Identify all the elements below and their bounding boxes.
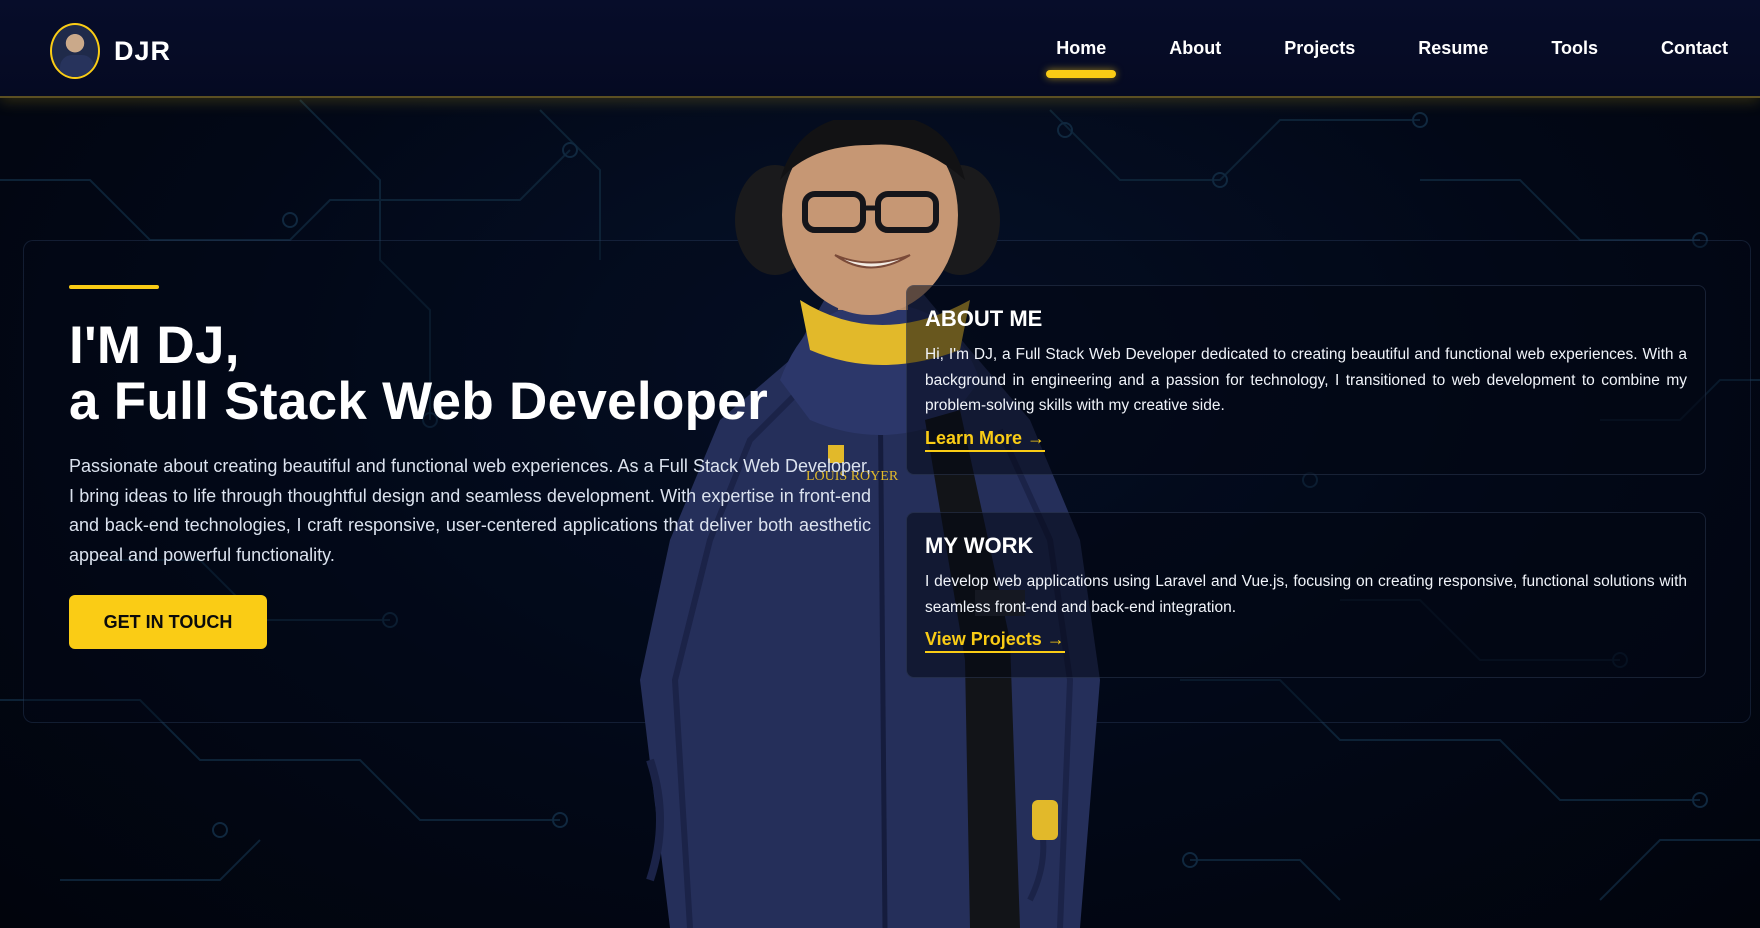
hero-title-line2: a Full Stack Web Developer <box>69 372 768 431</box>
hero-title: I'M DJ, a Full Stack Web Developer <box>69 318 768 430</box>
avatar <box>50 23 100 79</box>
nav-resume-label: Resume <box>1418 38 1489 58</box>
nav-home-label: Home <box>1056 38 1107 58</box>
about-text: Hi, I'm DJ, a Full Stack Web Developer d… <box>925 346 1687 414</box>
learn-more-link[interactable]: Learn More → <box>925 428 1046 452</box>
nav-contact[interactable]: Contact <box>1661 38 1728 59</box>
nav-about[interactable]: About <box>1169 38 1221 59</box>
site-header: DJR Home About Projects Resume Tools Con… <box>0 0 1760 98</box>
about-title: ABOUT ME <box>925 306 1043 331</box>
nav-contact-label: Contact <box>1661 38 1728 58</box>
about-card: ABOUT ME Hi, I'm DJ, a Full Stack Web De… <box>906 285 1706 475</box>
get-in-touch-button[interactable]: GET IN TOUCH <box>69 595 267 649</box>
main-nav: Home About Projects Resume Tools Contact <box>993 38 1728 78</box>
brand-name: DJR <box>114 35 172 66</box>
brand[interactable]: DJR <box>50 23 171 79</box>
hero-title-line1: I'M DJ, <box>69 316 240 375</box>
nav-home[interactable]: Home <box>1046 38 1117 78</box>
nav-projects[interactable]: Projects <box>1284 38 1355 59</box>
page: DJR Home About Projects Resume Tools Con… <box>0 0 1760 928</box>
view-projects-link[interactable]: View Projects → <box>925 629 1065 653</box>
nav-resume[interactable]: Resume <box>1418 38 1488 59</box>
work-title: MY WORK <box>925 533 1034 558</box>
active-nav-indicator <box>1046 70 1117 78</box>
nav-projects-label: Projects <box>1284 38 1356 58</box>
work-card: MY WORK I develop web applications using… <box>906 512 1706 678</box>
nav-about-label: About <box>1169 38 1222 58</box>
nav-tools-label: Tools <box>1551 38 1598 58</box>
work-text: I develop web applications using Laravel… <box>925 573 1687 616</box>
accent-bar <box>69 285 159 289</box>
nav-tools[interactable]: Tools <box>1551 38 1598 59</box>
hero-intro: Passionate about creating beautiful and … <box>69 456 871 565</box>
